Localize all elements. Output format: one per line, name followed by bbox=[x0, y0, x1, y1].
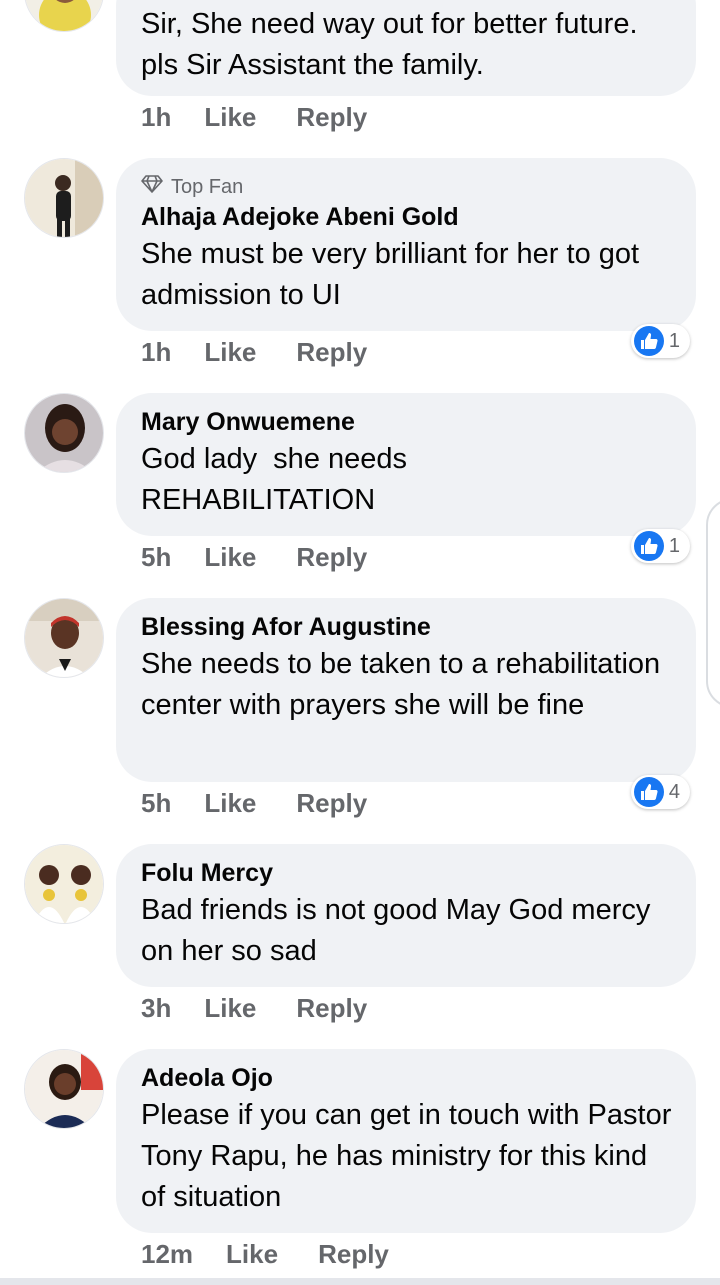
comment-bubble: Blessing Afor Augustine She needs to be … bbox=[116, 598, 696, 782]
reaction-number: 4 bbox=[668, 780, 680, 803]
comment-actions: 3h Like Reply bbox=[141, 990, 367, 1026]
comment-actions: 1h Like Reply bbox=[141, 334, 367, 370]
reply-button[interactable]: Reply bbox=[296, 542, 367, 573]
avatar[interactable] bbox=[24, 158, 104, 238]
thumbs-up-icon bbox=[633, 531, 664, 561]
reaction-count[interactable]: 1 bbox=[630, 529, 690, 563]
comment-actions: 12m Like Reply bbox=[141, 1236, 389, 1272]
comment-text: She needs to be taken to a rehabilitatio… bbox=[141, 648, 661, 721]
comment-bubble: Adeola Ojo Please if you can get in touc… bbox=[116, 1049, 696, 1233]
top-fan-badge: Top Fan bbox=[141, 174, 672, 200]
comment-author[interactable]: Blessing Afor Augustine bbox=[141, 610, 672, 644]
like-button[interactable]: Like bbox=[226, 1239, 278, 1270]
reply-button[interactable]: Reply bbox=[318, 1239, 389, 1270]
reaction-number: 1 bbox=[668, 329, 680, 352]
scroll-edge bbox=[706, 498, 720, 708]
comment-text: She must be very brilliant for her to go… bbox=[141, 238, 640, 311]
thumbs-up-icon bbox=[633, 777, 664, 807]
like-button[interactable]: Like bbox=[204, 788, 256, 819]
avatar[interactable] bbox=[24, 393, 104, 473]
thumbs-up-icon bbox=[633, 326, 664, 356]
comment-actions: 5h Like Reply bbox=[141, 785, 367, 821]
comment-author[interactable]: Mary Onwuemene bbox=[141, 405, 672, 439]
comment-time: 5h bbox=[141, 541, 172, 572]
comments-screen: Sir, She need way out for better future.… bbox=[0, 0, 720, 1285]
comment-bubble: Mary Onwuemene God lady she needs REHABI… bbox=[116, 393, 696, 536]
diamond-icon bbox=[141, 174, 163, 200]
comment-bubble: Folu Mercy Bad friends is not good May G… bbox=[116, 844, 696, 987]
avatar[interactable] bbox=[24, 844, 104, 924]
comment-actions: 5h Like Reply bbox=[141, 539, 367, 575]
avatar[interactable] bbox=[24, 0, 104, 32]
comment-text-line: REHABILITATION bbox=[141, 484, 376, 516]
reaction-count[interactable]: 4 bbox=[630, 775, 690, 809]
comment-time: 12m bbox=[141, 1238, 194, 1269]
comment-time: 1h bbox=[141, 101, 172, 132]
comment-text: Sir, She need way out for better future.… bbox=[141, 8, 638, 81]
bottom-divider bbox=[0, 1278, 720, 1285]
comment-bubble: Top Fan Alhaja Adejoke Abeni Gold She mu… bbox=[116, 158, 696, 331]
like-button[interactable]: Like bbox=[204, 337, 256, 368]
comment-time: 5h bbox=[141, 787, 172, 818]
top-fan-label: Top Fan bbox=[171, 176, 244, 198]
avatar[interactable] bbox=[24, 598, 104, 678]
comment-author[interactable]: Adeola Ojo bbox=[141, 1061, 672, 1095]
like-button[interactable]: Like bbox=[204, 993, 256, 1024]
comment-bubble: Sir, She need way out for better future.… bbox=[116, 0, 696, 96]
reply-button[interactable]: Reply bbox=[296, 993, 367, 1024]
comment-text: Please if you can get in touch with Past… bbox=[141, 1099, 672, 1213]
reaction-number: 1 bbox=[668, 534, 680, 557]
comment-text-line: God lady she needs bbox=[141, 443, 408, 475]
avatar[interactable] bbox=[24, 1049, 104, 1129]
like-button[interactable]: Like bbox=[204, 102, 256, 133]
comment-time: 1h bbox=[141, 336, 172, 367]
reaction-count[interactable]: 1 bbox=[630, 324, 690, 358]
like-button[interactable]: Like bbox=[204, 542, 256, 573]
reply-button[interactable]: Reply bbox=[296, 788, 367, 819]
comment-author[interactable]: Folu Mercy bbox=[141, 856, 672, 890]
reply-button[interactable]: Reply bbox=[296, 337, 367, 368]
comment-actions: 1h Like Reply bbox=[141, 99, 367, 135]
comment-text: Bad friends is not good May God mercy on… bbox=[141, 894, 651, 967]
comment-time: 3h bbox=[141, 992, 172, 1023]
reply-button[interactable]: Reply bbox=[296, 102, 367, 133]
comment-author[interactable]: Alhaja Adejoke Abeni Gold bbox=[141, 200, 672, 234]
